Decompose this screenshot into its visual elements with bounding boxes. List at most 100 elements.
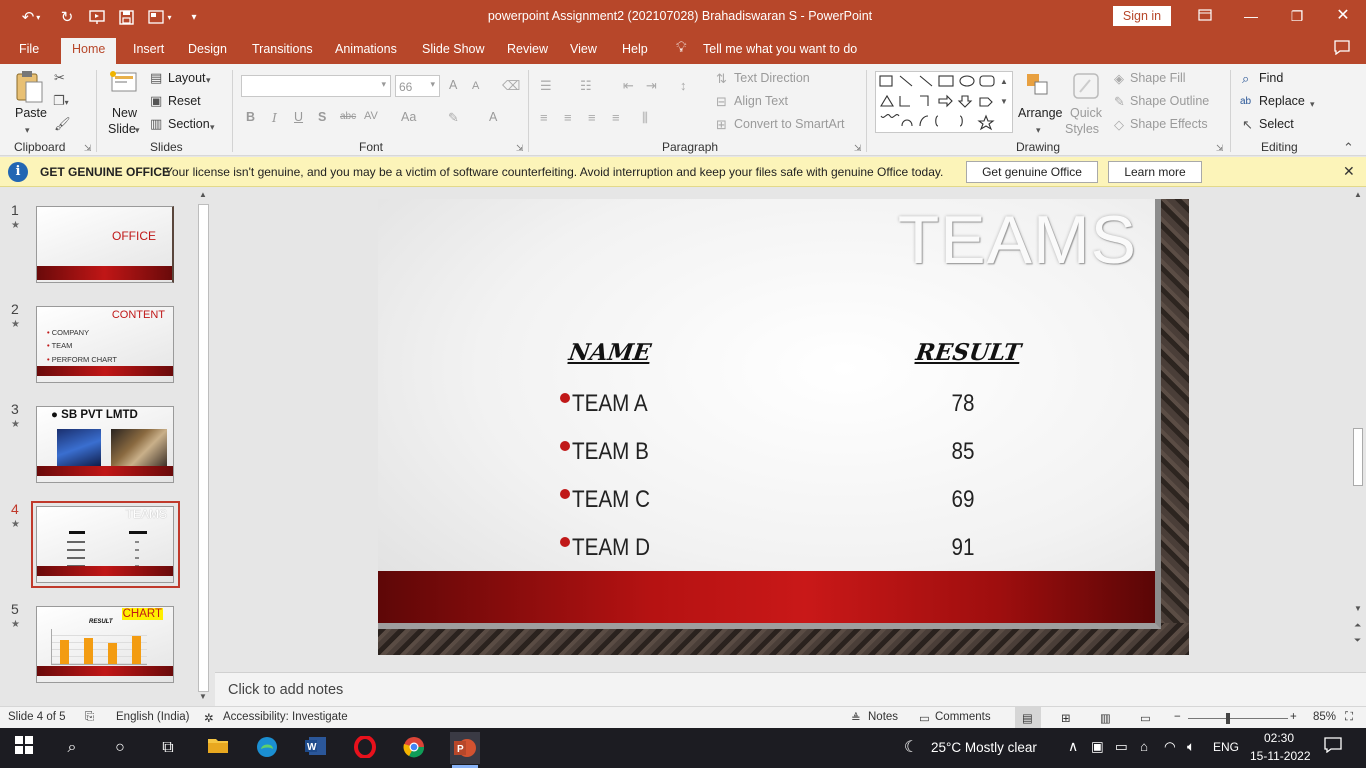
- tab-file[interactable]: File: [19, 42, 39, 56]
- clock-time[interactable]: 02:30: [1264, 731, 1294, 745]
- editor-scrollbar[interactable]: ▲ ▼ ⏶ ⏷: [1350, 188, 1366, 650]
- tab-insert[interactable]: Insert: [133, 42, 164, 56]
- show-hidden-icons[interactable]: ∧: [1068, 738, 1078, 755]
- tab-transitions[interactable]: Transitions: [252, 42, 313, 56]
- team-score[interactable]: 69: [942, 486, 985, 514]
- tab-review[interactable]: Review: [507, 42, 548, 56]
- new-slide-dropdown-icon[interactable]: ▾: [135, 122, 140, 138]
- italic-button[interactable]: I: [272, 110, 277, 125]
- ribbon-display-icon[interactable]: [1188, 4, 1222, 28]
- replace-button[interactable]: Replace: [1259, 94, 1305, 108]
- reset-button[interactable]: Reset: [168, 94, 201, 108]
- team-score[interactable]: 85: [942, 438, 985, 466]
- slide-thumbnail-2[interactable]: CONTENT • COMPANY • TEAM • PERFORM CHART: [36, 306, 174, 383]
- replace-dropdown-icon[interactable]: ▾: [1310, 96, 1315, 112]
- normal-view-icon[interactable]: ▤: [1015, 707, 1041, 728]
- zoom-slider-thumb[interactable]: [1226, 713, 1230, 724]
- tab-help[interactable]: Help: [622, 42, 648, 56]
- tab-design[interactable]: Design: [188, 42, 227, 56]
- replace-icon[interactable]: ab: [1240, 94, 1251, 110]
- char-spacing-button[interactable]: AV: [364, 110, 378, 122]
- weather-moon-icon[interactable]: ☾: [898, 736, 924, 760]
- tell-me-search[interactable]: Tell me what you want to do: [703, 42, 857, 56]
- find-button[interactable]: Find: [1259, 71, 1283, 85]
- select-button[interactable]: Select: [1259, 117, 1294, 131]
- slide-thumbnail-1[interactable]: OFFICE: [36, 206, 174, 283]
- slide-sorter-icon[interactable]: ⊞: [1061, 711, 1071, 725]
- scroll-thumb[interactable]: [1353, 428, 1363, 486]
- bold-button[interactable]: B: [246, 110, 255, 124]
- paragraph-launcher-icon[interactable]: ⇲: [854, 143, 862, 154]
- close-icon[interactable]: ✕: [1326, 4, 1360, 28]
- align-center-icon[interactable]: ≡: [564, 110, 572, 126]
- strikethrough-button[interactable]: abc: [340, 111, 356, 122]
- align-right-icon[interactable]: ≡: [588, 110, 596, 126]
- cut-icon[interactable]: ✂: [54, 70, 65, 86]
- comments-icon[interactable]: ▭: [919, 711, 930, 725]
- convert-smartart-button[interactable]: Convert to SmartArt: [734, 117, 844, 131]
- layout-button[interactable]: Layout: [168, 71, 206, 85]
- shapes-icon[interactable]: [876, 72, 1012, 132]
- new-slide-label-1[interactable]: New: [112, 106, 137, 120]
- shape-outline-button[interactable]: Shape Outline: [1130, 94, 1209, 108]
- shape-fill-button[interactable]: Shape Fill: [1130, 71, 1186, 85]
- drawing-launcher-icon[interactable]: ⇲: [1216, 143, 1224, 154]
- reset-icon[interactable]: ▣: [150, 93, 162, 109]
- grow-font-button[interactable]: A: [449, 78, 457, 92]
- close-icon[interactable]: ✕: [1343, 163, 1355, 180]
- word-icon[interactable]: W: [303, 736, 329, 760]
- windows-start-icon[interactable]: [11, 736, 37, 760]
- align-text-button[interactable]: Align Text: [734, 94, 788, 108]
- fit-to-window-icon[interactable]: ⛶: [1345, 711, 1353, 724]
- tab-animations[interactable]: Animations: [335, 42, 397, 56]
- numbering-icon[interactable]: ☷: [580, 78, 592, 94]
- align-text-icon[interactable]: ⊟: [716, 94, 727, 110]
- clipboard-launcher-icon[interactable]: ⇲: [84, 143, 92, 154]
- notes-button[interactable]: Notes: [868, 711, 898, 723]
- restore-icon[interactable]: ❐: [1280, 4, 1314, 28]
- reading-view-icon[interactable]: ▥: [1100, 711, 1111, 725]
- copy-icon[interactable]: ❐▾: [53, 93, 69, 111]
- accessibility-icon[interactable]: ✲: [204, 711, 214, 725]
- arrange-icon[interactable]: [1025, 72, 1051, 104]
- quick-styles-label-2[interactable]: Styles: [1065, 122, 1099, 136]
- section-dropdown-icon[interactable]: ▾: [210, 119, 215, 135]
- accessibility-status[interactable]: Accessibility: Investigate: [223, 711, 348, 723]
- notes-placeholder[interactable]: Click to add notes: [228, 682, 343, 698]
- font-size-box[interactable]: 66 ▾: [395, 75, 440, 97]
- customize-toolbar-icon[interactable]: ▾: [186, 6, 202, 28]
- tab-home[interactable]: Home: [61, 38, 117, 64]
- shrink-font-button[interactable]: A: [472, 80, 479, 92]
- cortana-icon[interactable]: ○: [107, 736, 133, 760]
- file-explorer-icon[interactable]: [205, 736, 231, 760]
- slide-thumbnail-5[interactable]: CHART RESULT: [36, 606, 174, 683]
- shape-effects-icon[interactable]: ◇: [1114, 117, 1124, 133]
- tab-view[interactable]: View: [570, 42, 597, 56]
- thumbnail-scrollbar[interactable]: ▲ ▼: [197, 188, 210, 706]
- team-score[interactable]: 78: [942, 390, 985, 418]
- line-spacing-icon[interactable]: ↕: [680, 78, 687, 94]
- select-icon[interactable]: ↖: [1242, 117, 1253, 133]
- text-direction-button[interactable]: Text Direction: [734, 71, 810, 85]
- network-icon[interactable]: ⌂: [1140, 739, 1148, 754]
- comments-button[interactable]: Comments: [935, 711, 991, 723]
- learn-more-button[interactable]: Learn more: [1108, 161, 1202, 183]
- highlight-icon[interactable]: ✎: [448, 110, 459, 126]
- format-painter-icon[interactable]: 🖌︎: [54, 116, 71, 132]
- comments-pane-icon[interactable]: [1334, 40, 1350, 58]
- input-language[interactable]: ENG: [1213, 740, 1239, 754]
- opera-icon[interactable]: [352, 735, 378, 760]
- paste-icon[interactable]: [14, 70, 44, 108]
- justify-icon[interactable]: ≡: [612, 110, 620, 126]
- slide-show-icon[interactable]: ▭: [1140, 711, 1151, 725]
- column-header-name[interactable]: NAME: [567, 339, 653, 366]
- notes-pane[interactable]: Click to add notes: [215, 672, 1366, 706]
- new-slide-label-2[interactable]: Slide: [108, 122, 136, 136]
- chrome-icon[interactable]: [401, 736, 427, 760]
- zoom-slider[interactable]: [1188, 713, 1288, 724]
- edge-browser-icon[interactable]: [254, 736, 280, 760]
- layout-icon[interactable]: ▤: [150, 70, 162, 86]
- clock-date[interactable]: 15-11-2022: [1250, 749, 1311, 763]
- align-left-icon[interactable]: ≡: [540, 110, 548, 126]
- team-name[interactable]: TEAM B: [572, 438, 649, 466]
